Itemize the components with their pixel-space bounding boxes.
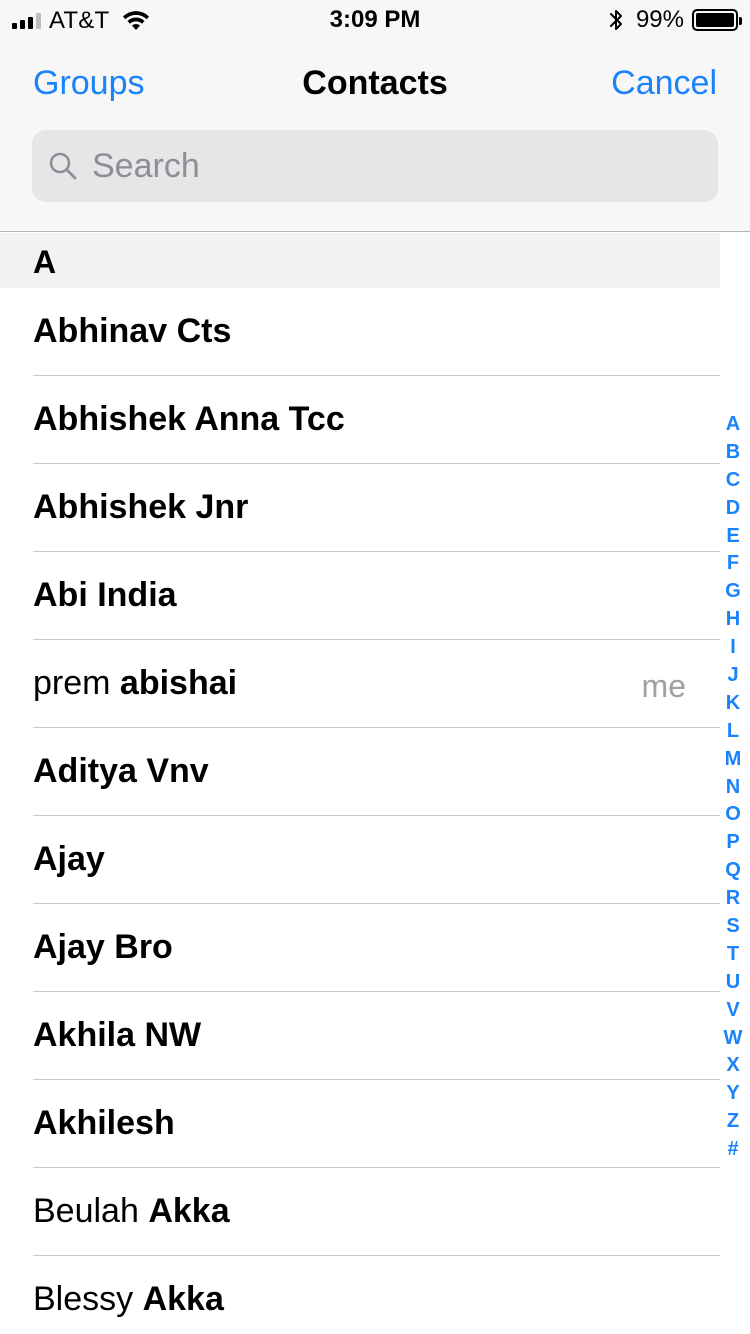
contact-first-name: Abhishek Jnr (33, 488, 249, 526)
index-letter[interactable]: G (720, 577, 746, 605)
contact-first-name: Abhinav Cts (33, 312, 232, 350)
contact-row[interactable]: Ajay (33, 816, 720, 904)
battery-icon (692, 9, 742, 31)
contact-row[interactable]: Aditya Vnv (33, 728, 720, 816)
index-letter[interactable]: D (720, 494, 746, 522)
index-letter[interactable]: P (720, 828, 746, 856)
contact-row[interactable]: Akhila NW (33, 992, 720, 1080)
status-bar: AT&T 3:09 PM 99% (0, 0, 750, 40)
contact-first-name: Beulah (33, 1192, 149, 1230)
contact-name: Abhinav Cts (33, 312, 231, 351)
index-letter[interactable]: B (720, 438, 746, 466)
contacts-screen: AT&T 3:09 PM 99% Groups Contacts Cancel (0, 0, 750, 1334)
index-letter[interactable]: K (720, 689, 746, 717)
index-letter[interactable]: O (720, 800, 746, 828)
contact-name: Akhilesh (33, 1104, 175, 1143)
index-letter[interactable]: R (720, 884, 746, 912)
contact-row[interactable]: Abhishek Anna Tcc (33, 376, 720, 464)
index-letter[interactable]: N (720, 773, 746, 801)
index-letter[interactable]: J (720, 661, 746, 689)
battery-percent: 99% (635, 6, 684, 33)
index-letter[interactable]: X (720, 1051, 746, 1079)
index-letter[interactable]: T (720, 940, 746, 968)
index-letter[interactable]: Y (720, 1079, 746, 1107)
index-letter[interactable]: F (720, 549, 746, 577)
contact-name: Blessy Akka (33, 1280, 224, 1319)
index-letter[interactable]: W (720, 1024, 746, 1052)
index-letter[interactable]: U (720, 968, 746, 996)
contact-last-name: abishai (119, 664, 238, 702)
contact-name: Aditya Vnv (33, 752, 209, 791)
index-letter[interactable]: C (720, 466, 746, 494)
index-letter[interactable]: S (720, 912, 746, 940)
bluetooth-icon (609, 10, 622, 30)
navigation-bar: Groups Contacts Cancel (0, 40, 750, 232)
contact-first-name: Akhilesh (33, 1104, 175, 1142)
contact-first-name: Abi India (33, 576, 177, 614)
contact-row[interactable]: Beulah Akka (33, 1168, 720, 1256)
index-letter[interactable]: # (720, 1135, 746, 1163)
contact-row[interactable]: Abi India (33, 552, 720, 640)
index-letter[interactable]: M (720, 745, 746, 773)
contact-first-name: Akhila NW (33, 1016, 202, 1054)
contact-name: Abhishek Jnr (33, 488, 248, 527)
contact-first-name: Ajay Bro (33, 928, 173, 966)
index-letter[interactable]: V (720, 996, 746, 1024)
contact-first-name: Blessy (33, 1280, 143, 1318)
contact-row[interactable]: Blessy Akka (33, 1256, 720, 1334)
contact-row[interactable]: prem abishai me (33, 640, 720, 728)
contact-first-name: Aditya Vnv (33, 752, 209, 790)
battery-cap (739, 17, 742, 25)
contact-last-name: Akka (148, 1192, 230, 1230)
index-letter[interactable]: A (720, 410, 746, 438)
contact-row[interactable]: Abhishek Jnr (33, 464, 720, 552)
cancel-button[interactable]: Cancel (611, 64, 717, 103)
contact-name: prem abishai (33, 664, 237, 703)
contact-first-name: Abhishek Anna Tcc (33, 400, 345, 438)
index-letter[interactable]: H (720, 605, 746, 633)
search-input[interactable] (92, 146, 718, 186)
contact-first-name: Ajay (33, 840, 105, 878)
contact-list: Abhinav Cts Abhishek Anna Tcc Abhishek Jnr… (0, 288, 720, 1334)
search-icon (49, 152, 77, 180)
index-letter[interactable]: I (720, 633, 746, 661)
contact-row[interactable]: Akhilesh (33, 1080, 720, 1168)
alphabet-index[interactable]: A B C D E F G H I J K L M N O P Q R S T U V W X Y Z # (720, 410, 746, 1163)
battery-level-fill (696, 13, 734, 27)
contact-name: Abi India (33, 576, 177, 615)
contact-row[interactable]: Ajay Bro (33, 904, 720, 992)
contact-name: Abhishek Anna Tcc (33, 400, 345, 439)
search-bar[interactable] (32, 130, 718, 202)
section-header-a: A (0, 233, 720, 288)
contact-row[interactable]: Abhinav Cts (33, 288, 720, 376)
contact-name: Ajay (33, 840, 105, 879)
index-letter[interactable]: Z (720, 1107, 746, 1135)
index-letter[interactable]: E (720, 522, 746, 550)
contact-last-name: Akka (142, 1280, 224, 1318)
contact-name: Akhila NW (33, 1016, 201, 1055)
index-letter[interactable]: L (720, 717, 746, 745)
contact-name: Ajay Bro (33, 928, 173, 967)
contact-name: Beulah Akka (33, 1192, 230, 1231)
me-badge: me (641, 668, 686, 704)
contact-first-name: prem (33, 664, 120, 702)
status-right: 99% (608, 6, 742, 34)
index-letter[interactable]: Q (720, 856, 746, 884)
